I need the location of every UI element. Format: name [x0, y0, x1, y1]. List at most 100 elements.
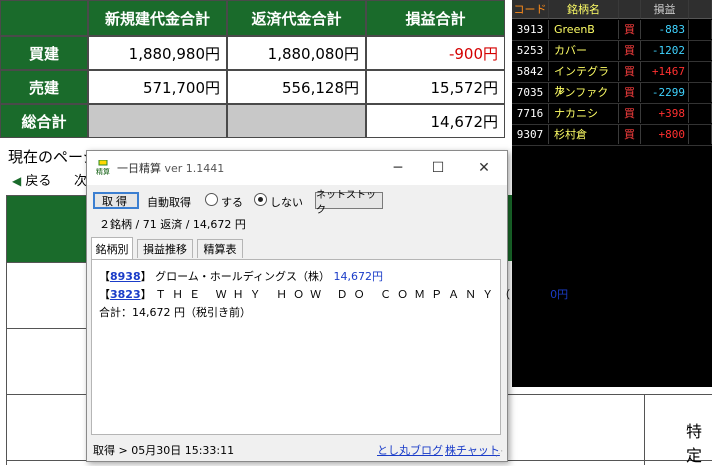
total-new-empty	[88, 104, 227, 138]
panel-row-pl: -1202	[641, 41, 689, 60]
window-title: 一日精算 ver 1.1441	[117, 160, 224, 176]
panel-header-code[interactable]: コード	[512, 0, 549, 19]
panel-row-code: 7716	[512, 104, 549, 123]
tab-by-stock[interactable]: 銘柄別	[91, 237, 133, 259]
back-arrow-icon: ◀	[12, 174, 22, 188]
panel-row-extra	[689, 41, 712, 60]
stock-code-link[interactable]: 8938	[110, 270, 141, 283]
buy-new-total: 1,880,980円	[88, 36, 227, 70]
panel-row-pl: +800	[641, 125, 689, 144]
panel-row-name: 杉村倉	[549, 125, 619, 144]
stats-summary: ２銘柄 / 71 返済 / 14,672 円	[99, 218, 246, 231]
panel-row-code: 5253	[512, 41, 549, 60]
panel-header-name[interactable]: 銘柄名	[549, 0, 619, 19]
radio-auto-off[interactable]	[254, 193, 267, 206]
stock-name: グローム・ホールディングス（株）	[155, 270, 331, 283]
window-title-name: 一日精算	[117, 162, 161, 175]
panel-row-side: 買	[619, 20, 641, 39]
panel-header-extra	[689, 0, 712, 19]
kabu-chat-link[interactable]: 株チャット	[445, 442, 500, 458]
back-label: 戻る	[25, 174, 52, 189]
netstock-button[interactable]: ネットストック	[315, 190, 383, 216]
panel-row-code: 3913	[512, 20, 549, 39]
sell-pl: 15,572円	[366, 70, 505, 104]
minimize-icon[interactable]: ─	[383, 157, 413, 179]
grid-header-cell	[7, 196, 86, 262]
tab-settlement[interactable]: 精算表	[197, 239, 243, 258]
header-new-total: 新規建代金合計	[88, 0, 227, 36]
row-label-sell: 売建	[0, 70, 88, 104]
panel-row-name: インテグラル	[549, 62, 619, 97]
status-bar: 取得 > 05月30日 15:33:11 とし丸ブログ 株チャット ⋰	[87, 437, 507, 461]
corner-cell	[0, 0, 88, 36]
panel-header-side[interactable]	[619, 0, 641, 19]
svg-text:精算: 精算	[96, 167, 110, 176]
panel-row-pl: -883	[641, 20, 689, 39]
panel-row-side: 買	[619, 41, 641, 60]
panel-row-pl: -2299	[641, 83, 689, 102]
panel-row-name: ナカニシ	[549, 104, 619, 123]
panel-row-code: 7035	[512, 83, 549, 102]
title-bar[interactable]: 精算 一日精算 ver 1.1441 ─ ☐ ✕	[87, 151, 507, 185]
stock-amount: 14,672円	[333, 270, 384, 283]
panel-row-name: アンファク	[549, 83, 619, 102]
sell-close-total: 556,128円	[227, 70, 366, 104]
total-pl: 14,672円	[366, 104, 505, 138]
row-label-total: 総合計	[0, 104, 88, 138]
buy-pl: -900円	[366, 36, 505, 70]
panel-row[interactable]: 7035 アンファク買 -2299	[512, 83, 712, 103]
panel-row-side: 買	[619, 62, 641, 81]
radio-auto-on-label[interactable]: する	[221, 194, 243, 210]
panel-row-pl: +1467	[641, 62, 689, 81]
maximize-icon[interactable]: ☐	[423, 157, 453, 179]
app-icon: 精算	[95, 159, 111, 176]
panel-row[interactable]: 7716 ナカニシ買 +398	[512, 104, 712, 124]
stock-name: ＴＨＥ ＷＨＹ ＨＯＷ ＤＯ ＣＯＭＰＡＮＹ（株）	[155, 288, 551, 301]
stock-code-link[interactable]: 3823	[110, 288, 141, 301]
panel-row[interactable]: 5842 インテグラル買 +1467	[512, 62, 712, 97]
panel-row-divider	[512, 145, 712, 146]
grid-border	[6, 195, 7, 465]
panel-row-code: 9307	[512, 125, 549, 144]
tab-pl-trend[interactable]: 損益推移	[137, 239, 193, 258]
panel-header-pl[interactable]: 損益	[641, 0, 689, 19]
close-icon[interactable]: ✕	[469, 157, 499, 179]
panel-row-extra	[689, 83, 712, 102]
panel-row-code: 5842	[512, 62, 549, 81]
panel-row-side: 買	[619, 125, 641, 144]
panel-row-extra	[689, 20, 712, 39]
panel-row[interactable]: 9307 杉村倉買 +800	[512, 125, 712, 145]
ichinichi-seisan-window: 精算 一日精算 ver 1.1441 ─ ☐ ✕ 取得 自動取得 する しない …	[86, 150, 568, 462]
stock-amount: 0円	[550, 288, 569, 301]
radio-auto-on[interactable]	[205, 193, 218, 206]
tokutei-label: 特定	[686, 422, 703, 465]
grid-border	[6, 328, 86, 329]
header-close-total: 返済代金合計	[227, 0, 366, 36]
acquire-button[interactable]: 取得	[93, 192, 139, 209]
panel-row-extra	[689, 125, 712, 144]
panel-row-name: GreenB	[549, 20, 619, 39]
radio-auto-off-label[interactable]: しない	[270, 194, 303, 210]
header-pl-total: 損益合計	[366, 0, 505, 36]
list-item: 【3823】 ＴＨＥ ＷＨＹ ＨＯＷ ＤＯ ＣＯＭＰＡＮＹ（株）0円	[99, 288, 569, 301]
panel-row-name: カバー	[549, 41, 619, 60]
panel-row-side: 買	[619, 83, 641, 102]
panel-row-pl: +398	[641, 104, 689, 123]
panel-header: コード 銘柄名 損益	[512, 0, 712, 20]
blog-link[interactable]: とし丸ブログ	[377, 442, 443, 458]
panel-row[interactable]: 5253 カバー買 -1202	[512, 41, 712, 61]
grid-border	[6, 262, 86, 263]
auto-acquire-label: 自動取得	[147, 196, 191, 209]
buy-close-total: 1,880,080円	[227, 36, 366, 70]
back-link[interactable]: ◀ 戻る	[12, 170, 51, 189]
window-version: ver 1.1441	[164, 162, 225, 175]
row-label-buy: 買建	[0, 36, 88, 70]
resize-grip-icon[interactable]: ⋰	[495, 449, 505, 459]
sell-new-total: 571,700円	[88, 70, 227, 104]
tab-content: 【8938】 グローム・ホールディングス（株） 14,672円 【3823】 Ｔ…	[91, 259, 568, 435]
total-line: 合計：14,672 円（税引き前）	[99, 306, 251, 319]
panel-row[interactable]: 3913 GreenB 買 -883	[512, 20, 712, 40]
panel-row-extra	[689, 62, 712, 81]
summary-table: 新規建代金合計 返済代金合計 損益合計 買建 1,880,980円 1,880,…	[0, 0, 512, 140]
total-close-empty	[227, 104, 366, 138]
